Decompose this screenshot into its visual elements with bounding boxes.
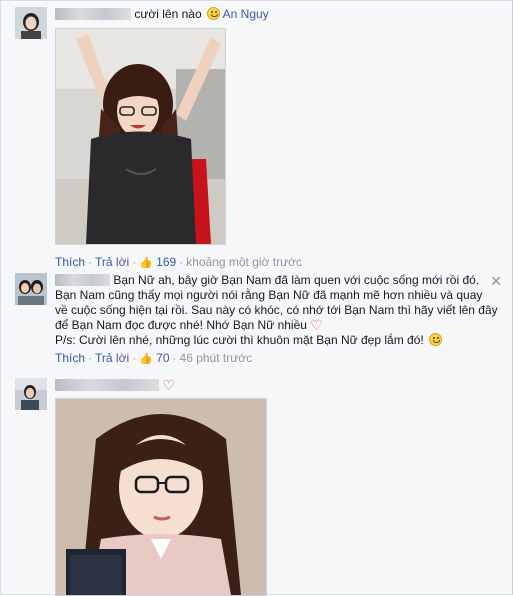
comment-text: cười lên nào: [134, 7, 202, 21]
comment-actions: Thích · Trả lời · 👍 70 · 46 phút trước: [55, 351, 495, 366]
comment-header: ♡: [55, 378, 495, 393]
separator: ·: [88, 255, 93, 269]
comment-author[interactable]: [55, 378, 159, 392]
avatar[interactable]: [15, 378, 47, 410]
timestamp[interactable]: khoảng một giờ trước: [186, 255, 302, 269]
comment-body: Bạn Nữ ah, bây giờ Bạn Nam đã làm quen v…: [55, 273, 495, 288]
like-count[interactable]: 169: [156, 255, 176, 269]
avatar[interactable]: [15, 273, 47, 305]
comment-text-line: P/s: Cười lên nhé, những lúc cười thì kh…: [55, 333, 424, 347]
comment-text-line: Bạn Nam cũng thấy mọi người nói rằng Bạn…: [55, 288, 483, 302]
separator: ·: [88, 351, 93, 365]
smile-emoji-icon: [429, 333, 443, 346]
like-thumb-icon: 👍: [139, 353, 153, 365]
separator: ·: [179, 255, 184, 269]
avatar[interactable]: [15, 7, 47, 39]
tagged-user-link[interactable]: An Nguy: [223, 7, 269, 21]
close-icon[interactable]: ✕: [490, 273, 502, 290]
like-count[interactable]: 70: [156, 351, 169, 365]
comment-author[interactable]: [55, 273, 110, 287]
timestamp[interactable]: 46 phút trước: [180, 351, 253, 365]
comment-photo[interactable]: [55, 398, 267, 596]
comment-text-line: Bạn Nữ ah, bây giờ Bạn Nam đã làm quen v…: [113, 273, 480, 287]
like-thumb-icon: 👍: [139, 257, 153, 269]
comment-feed: cười lên nào An Nguy Thích · Trả lời · 👍…: [0, 0, 513, 596]
comment-text-line-wrapper: để Bạn Nam đọc được nhé! Nhớ Bạn Nữ nhiề…: [55, 318, 495, 333]
separator: ·: [132, 255, 137, 269]
comment-author[interactable]: [55, 7, 131, 21]
heart-emoji-icon: ♡: [162, 377, 175, 393]
separator: ·: [172, 351, 177, 365]
smile-emoji-icon: [206, 7, 220, 20]
reply-link[interactable]: Trả lời: [95, 351, 129, 365]
heart-emoji-icon: ♡: [310, 317, 323, 333]
comment-text-line: về cuộc sống hiện tại rồi. Sau này có kh…: [55, 303, 498, 317]
like-link[interactable]: Thích: [55, 351, 85, 365]
comment-header: cười lên nào An Nguy: [55, 7, 495, 22]
comment-photo[interactable]: [55, 28, 226, 245]
comment-text-line-wrapper: P/s: Cười lên nhé, những lúc cười thì kh…: [55, 333, 495, 348]
comment-text-line: để Bạn Nam đọc được nhé! Nhớ Bạn Nữ nhiề…: [55, 318, 307, 332]
separator: ·: [132, 351, 137, 365]
comment-actions: Thích · Trả lời · 👍 169 · khoảng một giờ trước: [55, 255, 495, 270]
reply-link[interactable]: Trả lời: [95, 255, 129, 269]
like-link[interactable]: Thích: [55, 255, 85, 269]
